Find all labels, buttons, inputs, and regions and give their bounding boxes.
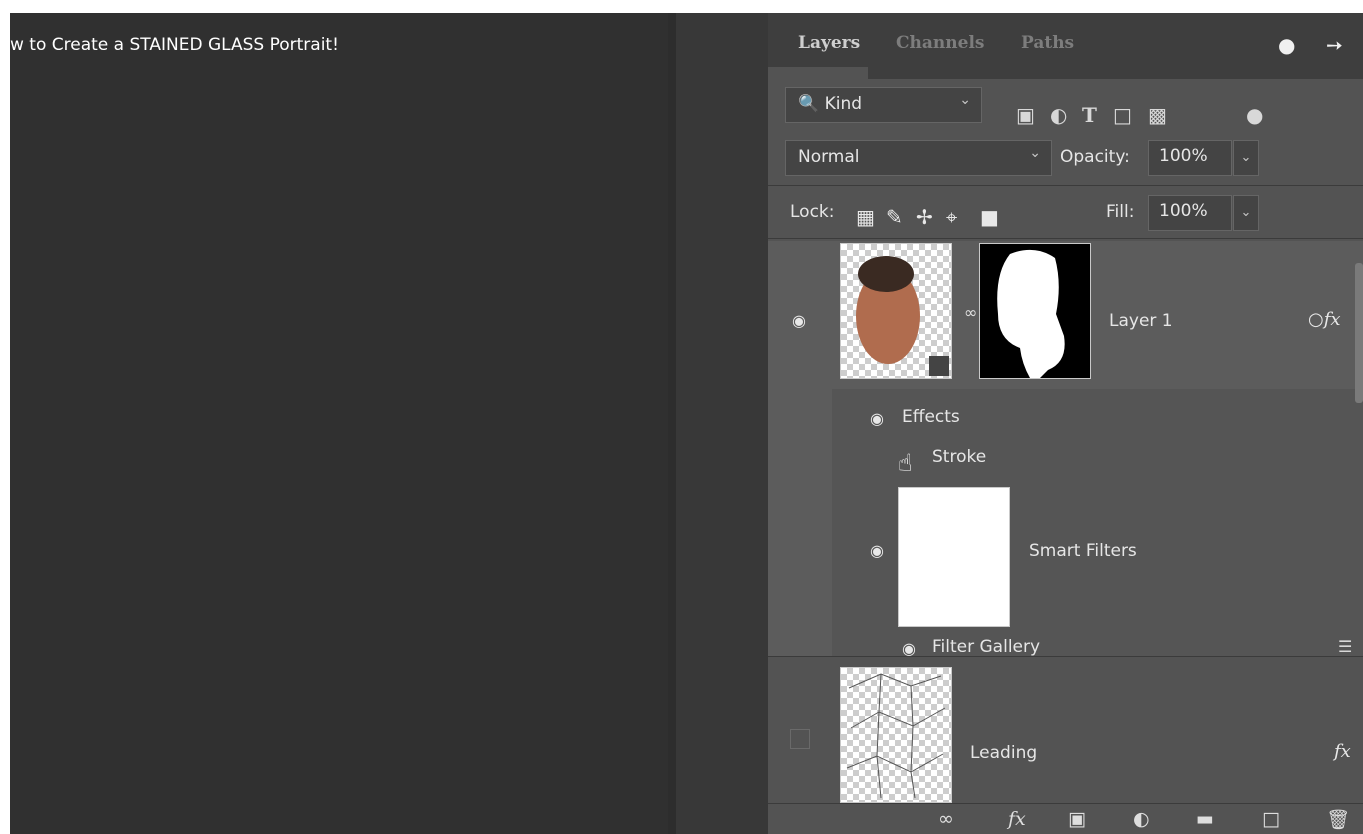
lock-artboard-icon[interactable]: ⌖ xyxy=(946,205,957,229)
layer-mask-thumbnail[interactable] xyxy=(979,243,1091,379)
opacity-value: 100% xyxy=(1159,146,1208,166)
opacity-label: Opacity: xyxy=(1060,147,1130,167)
filter-blending-options-icon[interactable]: ☰ xyxy=(1338,637,1352,656)
new-adjustment-icon[interactable]: ◐ xyxy=(1133,808,1150,830)
eye-icon[interactable]: ◉ xyxy=(870,409,884,428)
new-layer-icon[interactable]: □ xyxy=(1262,808,1280,830)
new-group-icon[interactable]: ▬ xyxy=(1196,808,1214,830)
shape-layer-filter-icon[interactable]: □ xyxy=(1113,103,1132,127)
video-frame: w to Create a STAINED GLASS Portrait! La… xyxy=(10,13,1363,834)
layers-panel: Layers Channels Paths ● ➙ 🔍 Kind ⌄ ▣ ◐ T… xyxy=(768,13,1363,834)
share-arrow-icon[interactable]: ➙ xyxy=(1326,33,1343,57)
lock-image-pixels-icon[interactable]: ✎ xyxy=(886,205,903,229)
layer-effects-fx-icon[interactable]: ○fx xyxy=(1308,309,1341,330)
hand-cursor-icon: ☝ xyxy=(898,449,913,477)
eye-icon[interactable]: ◉ xyxy=(792,311,806,330)
fill-input[interactable]: 100% xyxy=(1148,195,1232,231)
layer-sublist: ◉ Effects Stroke ☝ ◉ Smart Filters ◉ Fil… xyxy=(832,389,1363,658)
lock-label: Lock: xyxy=(790,202,835,222)
visibility-toggle-off[interactable] xyxy=(790,729,810,749)
clock-icon[interactable]: ● xyxy=(1278,33,1295,57)
tab-paths[interactable]: Paths xyxy=(1021,33,1074,53)
opacity-input[interactable]: 100% xyxy=(1148,140,1232,176)
filter-gallery-label[interactable]: Filter Gallery xyxy=(932,637,1040,657)
layer-name[interactable]: Layer 1 xyxy=(1109,311,1173,331)
smart-object-filter-icon[interactable]: ▩ xyxy=(1148,103,1167,127)
layer-row-layer1[interactable]: ◉ ∞ Layer 1 ○fx ◉ Effects Stroke ☝ ◉ Sma… xyxy=(768,241,1363,658)
video-title: w to Create a STAINED GLASS Portrait! xyxy=(10,35,339,55)
smart-filters-label[interactable]: Smart Filters xyxy=(1029,541,1137,561)
filter-toggle-icon[interactable]: ● xyxy=(1246,103,1263,127)
tab-layers[interactable]: Layers xyxy=(798,33,860,53)
chevron-down-icon: ⌄ xyxy=(959,92,971,108)
kind-label: Kind xyxy=(824,94,863,114)
kind-filter-dropdown[interactable]: 🔍 Kind ⌄ xyxy=(785,87,982,123)
layer-effects-fx-icon[interactable]: fx xyxy=(1334,741,1351,762)
tab-channels[interactable]: Channels xyxy=(896,33,984,53)
opacity-dropdown-button[interactable]: ⌄ xyxy=(1233,140,1259,176)
layer-row-leading[interactable]: Leading fx xyxy=(768,657,1363,803)
pixel-layer-filter-icon[interactable]: ▣ xyxy=(1016,103,1035,127)
smart-filters-mask-thumbnail[interactable] xyxy=(898,487,1010,627)
blend-mode-dropdown[interactable]: Normal ⌄ xyxy=(785,140,1052,176)
layer-name[interactable]: Leading xyxy=(970,743,1037,763)
panel-bottom-toolbar: ∞ fx ▣ ◐ ▬ □ 🗑 xyxy=(768,803,1363,834)
add-style-icon[interactable]: fx xyxy=(1008,808,1026,830)
panel-tabs: Layers Channels Paths ● ➙ xyxy=(768,13,1363,79)
panel-scrollbar[interactable] xyxy=(1355,263,1363,403)
chain-link-icon[interactable]: ∞ xyxy=(964,303,977,322)
lock-position-icon[interactable]: ✢ xyxy=(916,205,933,229)
link-layers-icon[interactable]: ∞ xyxy=(938,808,954,830)
lock-transparent-pixels-icon[interactable]: ▦ xyxy=(856,205,875,229)
delete-layer-icon[interactable]: 🗑 xyxy=(1326,808,1350,831)
stroke-effect-label[interactable]: Stroke xyxy=(932,447,986,467)
eye-icon[interactable]: ◉ xyxy=(870,541,884,560)
blend-mode-value: Normal xyxy=(798,147,860,167)
type-layer-filter-icon[interactable]: T xyxy=(1082,103,1097,127)
video-area[interactable]: w to Create a STAINED GLASS Portrait! xyxy=(10,13,668,834)
adjustment-layer-filter-icon[interactable]: ◐ xyxy=(1050,103,1067,127)
fill-label: Fill: xyxy=(1106,202,1135,222)
add-mask-icon[interactable]: ▣ xyxy=(1068,808,1086,830)
panel-divider xyxy=(668,13,768,834)
chevron-down-icon: ⌄ xyxy=(1029,145,1041,161)
layer-thumbnail[interactable] xyxy=(840,243,952,379)
layer-thumbnail[interactable] xyxy=(840,667,952,803)
fill-dropdown-button[interactable]: ⌄ xyxy=(1233,195,1259,231)
effects-label[interactable]: Effects xyxy=(902,407,960,427)
search-icon: 🔍 xyxy=(798,94,820,114)
lock-all-icon[interactable]: ■ xyxy=(980,205,999,229)
fill-value: 100% xyxy=(1159,201,1208,221)
